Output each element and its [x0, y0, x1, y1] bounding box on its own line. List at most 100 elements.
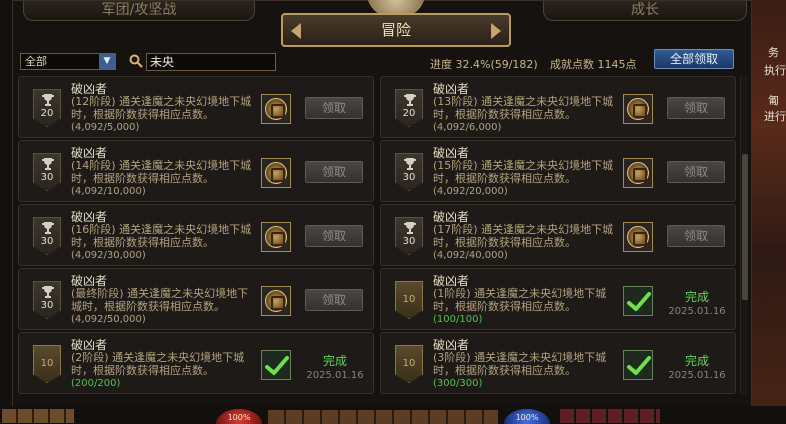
- scrollbar-thumb[interactable]: [742, 154, 748, 300]
- category-select-value: 全部: [25, 55, 47, 68]
- reward-coin-icon: [265, 226, 287, 248]
- points-badge: 30: [33, 217, 61, 255]
- chevron-down-icon[interactable]: ▼: [99, 54, 115, 69]
- complete-date: 2025.01.16: [306, 370, 364, 381]
- achievement-card: 30 破凶者 (15阶段) 通关逢魔之未央幻境地下城时，根据阶数获得相应点数。 (4,…: [380, 140, 736, 202]
- badge-points: 30: [40, 300, 54, 311]
- badge-points: 10: [402, 294, 416, 305]
- reward-slot[interactable]: [623, 94, 653, 124]
- achievement-description: (14阶段) 通关逢魔之未央幻境地下城时，根据阶数获得相应点数。: [71, 159, 252, 185]
- achievement-description: (17阶段) 通关逢魔之未央幻境地下城时，根据阶数获得相应点数。: [433, 223, 614, 249]
- complete-date: 2025.01.16: [668, 306, 726, 317]
- badge-points: 20: [402, 108, 416, 119]
- points-badge: 10: [33, 345, 61, 383]
- reward-coin-icon: [627, 226, 649, 248]
- trophy-icon: [41, 221, 55, 235]
- side-text-3: 匍: [768, 94, 779, 107]
- badge-points: 30: [40, 236, 54, 247]
- achievement-card: 30 破凶者 (17阶段) 通关逢魔之未央幻境地下城时，根据阶数获得相应点数。 (4,…: [380, 204, 736, 266]
- complete-date: 2025.01.16: [668, 370, 726, 381]
- claim-all-button[interactable]: 全部领取: [654, 49, 734, 69]
- badge-points: 10: [40, 358, 54, 369]
- complete-label: 完成: [684, 290, 709, 304]
- hud-menu-icons[interactable]: [2, 409, 74, 423]
- reward-slot[interactable]: [623, 286, 653, 316]
- points-badge: 20: [395, 89, 423, 127]
- claim-button[interactable]: 领取: [305, 289, 363, 311]
- hp-value: 100%: [227, 413, 251, 422]
- reward-coin-icon: [265, 162, 287, 184]
- claim-button[interactable]: 领取: [305, 161, 363, 183]
- reward-slot[interactable]: [623, 158, 653, 188]
- reward-slot[interactable]: [623, 222, 653, 252]
- achievement-points: 成就点数 1145点: [550, 58, 637, 71]
- badge-points: 10: [402, 358, 416, 369]
- achievement-description: (1阶段) 通关逢魔之未央幻境地下城时，根据阶数获得相应点数。: [433, 287, 607, 313]
- achievement-description: (最终阶段) 通关逢魔之未央幻境地下城时，根据阶数获得相应点数。: [71, 287, 249, 313]
- reward-slot[interactable]: [261, 222, 291, 252]
- complete-label: 完成: [684, 354, 709, 368]
- reward-slot[interactable]: [261, 350, 291, 380]
- claim-button[interactable]: 领取: [667, 161, 725, 183]
- achievement-progress: (300/300): [433, 378, 483, 389]
- achievement-card: 30 破凶者 (14阶段) 通关逢魔之未央幻境地下城时，根据阶数获得相应点数。 (4,…: [18, 140, 374, 202]
- achievement-progress: (4,092/50,000): [71, 314, 146, 325]
- achievement-description: (3阶段) 通关逢魔之未央幻境地下城时，根据阶数获得相应点数。: [433, 351, 607, 377]
- achievement-card: 20 破凶者 (13阶段) 通关逢魔之未央幻境地下城时，根据阶数获得相应点数。 (4,…: [380, 76, 736, 138]
- achievement-progress: (200/200): [71, 378, 121, 389]
- points-badge: 30: [395, 217, 423, 255]
- achievement-description: (16阶段) 通关逢魔之未央幻境地下城时，根据阶数获得相应点数。: [71, 223, 252, 249]
- points-badge: 10: [395, 345, 423, 383]
- scrollbar[interactable]: [740, 76, 748, 394]
- points-badge: 10: [395, 281, 423, 319]
- achievement-description: (13阶段) 通关逢魔之未央幻境地下城时，根据阶数获得相应点数。: [433, 95, 614, 121]
- claim-button[interactable]: 领取: [667, 225, 725, 247]
- background-side-panel: 务 执行 匍 进行: [752, 0, 786, 424]
- trophy-icon: [41, 157, 55, 171]
- trophy-icon: [41, 93, 55, 107]
- side-text-1: 务: [768, 46, 779, 59]
- points-badge: 20: [33, 89, 61, 127]
- achievement-description: (2阶段) 通关逢魔之未央幻境地下城时，根据阶数获得相应点数。: [71, 351, 245, 377]
- achievement-card: 10 破凶者 (3阶段) 通关逢魔之未央幻境地下城时，根据阶数获得相应点数。 (300…: [380, 332, 736, 394]
- achievement-card: 20 破凶者 (12阶段) 通关逢魔之未央幻境地下城时，根据阶数获得相应点数。 (4,…: [18, 76, 374, 138]
- search-input[interactable]: 未央: [146, 53, 276, 71]
- achievement-card: 30 破凶者 (16阶段) 通关逢魔之未央幻境地下城时，根据阶数获得相应点数。 (4,…: [18, 204, 374, 266]
- reward-slot[interactable]: [261, 158, 291, 188]
- trophy-icon: [403, 93, 417, 107]
- claim-button[interactable]: 领取: [305, 97, 363, 119]
- achievement-progress: (4,092/5,000): [71, 122, 140, 133]
- hud-quick-icons[interactable]: [560, 409, 660, 423]
- category-select[interactable]: 全部 ▼: [20, 53, 116, 70]
- reward-slot[interactable]: [623, 350, 653, 380]
- trophy-icon: [403, 221, 417, 235]
- achievement-list: 20 破凶者 (12阶段) 通关逢魔之未央幻境地下城时，根据阶数获得相应点数。 (4,…: [18, 76, 740, 394]
- achievement-card: 10 破凶者 (2阶段) 通关逢魔之未央幻境地下城时，根据阶数获得相应点数。 (200…: [18, 332, 374, 394]
- tab-adventure[interactable]: 冒险: [281, 13, 511, 47]
- points-badge: 30: [33, 281, 61, 319]
- badge-points: 20: [40, 108, 54, 119]
- achievement-card: 30 破凶者 (最终阶段) 通关逢魔之未央幻境地下城时，根据阶数获得相应点数。 (4,…: [18, 268, 374, 330]
- achievement-progress: (4,092/40,000): [433, 250, 508, 261]
- skill-bar[interactable]: [268, 410, 498, 424]
- tab-legion-siege[interactable]: 军团/攻坚战: [23, 1, 255, 21]
- tab-growth[interactable]: 成长: [543, 1, 747, 21]
- achievement-progress: (4,092/6,000): [433, 122, 502, 133]
- badge-points: 30: [40, 172, 54, 183]
- reward-slot[interactable]: [261, 94, 291, 124]
- achievement-description: (15阶段) 通关逢魔之未央幻境地下城时，根据阶数获得相应点数。: [433, 159, 614, 185]
- search-icon: [129, 54, 143, 68]
- trophy-icon: [403, 157, 417, 171]
- reward-coin-icon: [627, 162, 649, 184]
- achievement-card: 10 破凶者 (1阶段) 通关逢魔之未央幻境地下城时，根据阶数获得相应点数。 (100…: [380, 268, 736, 330]
- achievement-progress: (4,092/30,000): [71, 250, 146, 261]
- complete-label: 完成: [322, 354, 347, 368]
- points-badge: 30: [395, 153, 423, 191]
- achievement-description: (12阶段) 通关逢魔之未央幻境地下城时，根据阶数获得相应点数。: [71, 95, 252, 121]
- reward-coin-icon: [627, 98, 649, 120]
- reward-slot[interactable]: [261, 286, 291, 316]
- trophy-icon: [41, 285, 55, 299]
- claim-button[interactable]: 领取: [667, 97, 725, 119]
- badge-points: 30: [402, 236, 416, 247]
- claim-button[interactable]: 领取: [305, 225, 363, 247]
